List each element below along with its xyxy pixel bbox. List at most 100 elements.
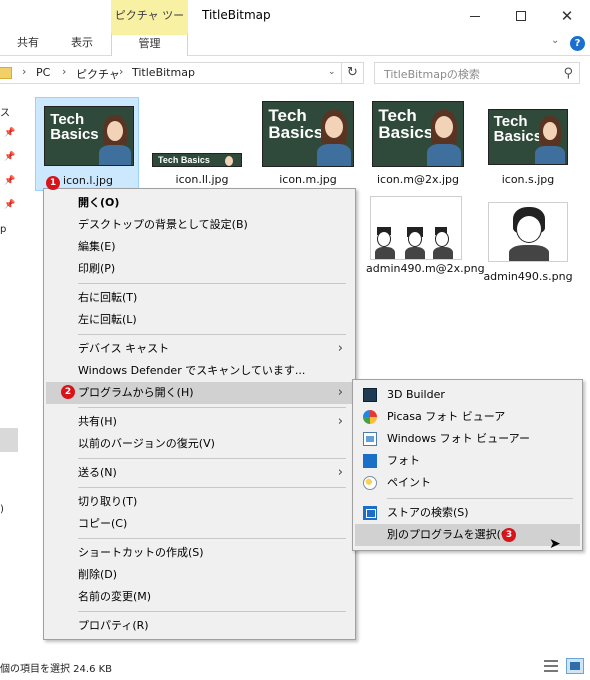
file-name: icon.ll.jpg: [175, 173, 229, 186]
menu-separator: [78, 283, 346, 284]
thumbnail-text: Tech Basics: [158, 155, 210, 165]
minimize-button[interactable]: [452, 0, 498, 32]
menu-item-edit[interactable]: 編集(E): [46, 236, 353, 258]
tab-share[interactable]: 共有: [6, 32, 50, 56]
menu-item-open-with[interactable]: プログラムから開く(H) ›: [46, 382, 353, 404]
pin-icon[interactable]: 📌: [4, 152, 15, 162]
menu-item-paint[interactable]: ペイント: [355, 472, 580, 494]
menu-item-defender-scan[interactable]: Windows Defender でスキャンしています...: [46, 360, 353, 382]
file-item-icon-m-2x[interactable]: Tech Basics icon.m@2x.jpg: [366, 97, 470, 191]
menu-item-store-search[interactable]: ストアの検索(S): [355, 502, 580, 524]
tab-manage[interactable]: 管理: [111, 32, 188, 56]
picture-tools-tab-group: ピクチャ ツール: [111, 0, 188, 54]
window-title: TitleBitmap: [202, 8, 271, 22]
pin-icon[interactable]: 📌: [4, 128, 15, 138]
details-view-icon[interactable]: [544, 660, 558, 672]
search-icon: ⚲: [563, 66, 573, 81]
status-bar: 個の項目を選択 24.6 KB: [0, 652, 590, 680]
refresh-button[interactable]: ↻: [342, 62, 364, 84]
menu-item-rotate-left[interactable]: 左に回転(L): [46, 309, 353, 331]
thumbnail-figure: [325, 116, 343, 138]
large-icons-view-icon[interactable]: [566, 658, 584, 674]
nav-item-fragment[interactable]: p: [0, 224, 6, 235]
menu-item-photos[interactable]: フォト: [355, 450, 580, 472]
menu-item-picasa[interactable]: Picasa フォト ビューア: [355, 406, 580, 428]
folder-icon: [0, 67, 12, 79]
thumbnail-figure: [107, 121, 123, 141]
menu-item-choose-another-app[interactable]: 別のプログラムを選択(C): [355, 524, 580, 546]
tab-view[interactable]: 表示: [60, 32, 104, 56]
menu-item-windows-photo-viewer[interactable]: Windows フォト ビューアー: [355, 428, 580, 450]
ribbon-expand-chevron-icon[interactable]: ⌄: [551, 35, 559, 46]
search-input[interactable]: TitleBitmapの検索 ⚲: [374, 62, 580, 84]
menu-separator: [78, 611, 346, 612]
menu-item-label: 共有(H): [78, 415, 117, 428]
file-name: icon.m.jpg: [279, 173, 337, 186]
menu-item-rotate-right[interactable]: 右に回転(T): [46, 287, 353, 309]
refresh-icon: ↻: [347, 65, 358, 80]
thumbnail-figure: [408, 231, 422, 247]
maximize-button[interactable]: [498, 0, 544, 32]
thumbnail-figure: [433, 247, 453, 259]
address-history-dropdown-icon[interactable]: ⌄: [328, 67, 336, 77]
file-item-icon-ll[interactable]: Tech Basics icon.ll.jpg: [150, 97, 254, 191]
callout-badge-3: 3: [502, 528, 516, 542]
file-item-icon-m[interactable]: Tech Basics icon.m.jpg: [256, 97, 360, 191]
menu-item-print[interactable]: 印刷(P): [46, 258, 353, 280]
menu-item-label: Picasa フォト ビューア: [387, 410, 506, 423]
menu-item-device-cast[interactable]: デバイス キャスト ›: [46, 338, 353, 360]
minimize-icon: [470, 15, 480, 17]
close-button[interactable]: ✕: [544, 0, 590, 32]
menu-separator: [78, 538, 346, 539]
help-icon[interactable]: ?: [570, 36, 585, 51]
thumbnail-figure: [377, 231, 391, 247]
status-text: 個の項目を選択 24.6 KB: [0, 664, 113, 675]
breadcrumb-separator-icon[interactable]: ›: [62, 65, 66, 78]
address-bar[interactable]: › PC › ピクチャ › TitleBitmap ⌄: [0, 62, 342, 84]
menu-item-label: ストアの検索(S): [387, 506, 469, 519]
maximize-icon: [516, 11, 526, 21]
file-name: admin490.s.png: [483, 270, 573, 283]
menu-item-label: プログラムから開く(H): [78, 386, 194, 399]
menu-item-restore-previous-versions[interactable]: 以前のバージョンの復元(V): [46, 433, 353, 455]
menu-separator: [387, 498, 573, 499]
menu-item-delete[interactable]: 削除(D): [46, 564, 353, 586]
breadcrumb-pictures[interactable]: ピクチャ: [76, 66, 120, 82]
menu-item-cut[interactable]: 切り取り(T): [46, 491, 353, 513]
menu-item-properties[interactable]: プロパティ(R): [46, 615, 353, 637]
breadcrumb-titlebitmap[interactable]: TitleBitmap: [132, 66, 195, 79]
title-bar: ピクチャ ツール TitleBitmap ✕: [0, 0, 590, 54]
callout-badge-1: 1: [46, 176, 60, 190]
menu-item-create-shortcut[interactable]: ショートカットの作成(S): [46, 542, 353, 564]
menu-item-rename[interactable]: 名前の変更(M): [46, 586, 353, 608]
menu-item-send-to[interactable]: 送る(N) ›: [46, 462, 353, 484]
menu-item-copy[interactable]: コピー(C): [46, 513, 353, 535]
file-thumbnail: [488, 202, 568, 262]
menu-item-open[interactable]: 開く(O): [46, 192, 353, 214]
pin-icon[interactable]: 📌: [4, 200, 15, 210]
mouse-cursor-icon: ➤: [549, 536, 561, 552]
nav-item-selected[interactable]: [0, 428, 18, 452]
breadcrumb-separator-icon[interactable]: ›: [119, 65, 123, 78]
file-item-admin490-m-2x[interactable]: admin490.m@2x.png: [366, 194, 485, 298]
navigation-pane: ス 📌 📌 📌 📌 p ): [0, 90, 22, 652]
close-icon: ✕: [560, 6, 574, 25]
menu-separator: [78, 487, 346, 488]
menu-item-share[interactable]: 共有(H) ›: [46, 411, 353, 433]
file-item-icon-s[interactable]: Tech Basics icon.s.jpg: [476, 97, 580, 191]
menu-item-3d-builder[interactable]: 3D Builder: [355, 384, 580, 406]
file-name: icon.m@2x.jpg: [376, 173, 460, 186]
callout-badge-2: 2: [61, 385, 75, 399]
nav-item-fragment[interactable]: ス: [0, 104, 10, 119]
breadcrumb-separator-icon[interactable]: ›: [22, 65, 26, 78]
search-placeholder: TitleBitmapの検索: [384, 68, 480, 81]
nav-item-fragment[interactable]: ): [0, 504, 4, 515]
file-thumbnail: Tech Basics: [44, 106, 134, 166]
menu-item-set-desktop-background[interactable]: デスクトップの背景として設定(B): [46, 214, 353, 236]
breadcrumb-pc[interactable]: PC: [36, 66, 50, 79]
context-menu: 開く(O) デスクトップの背景として設定(B) 編集(E) 印刷(P) 右に回転…: [43, 188, 356, 640]
thumbnail-figure: [375, 247, 395, 259]
file-item-admin490-s[interactable]: admin490.s.png: [476, 194, 580, 288]
thumbnail-figure: [509, 245, 549, 261]
pin-icon[interactable]: 📌: [4, 176, 15, 186]
